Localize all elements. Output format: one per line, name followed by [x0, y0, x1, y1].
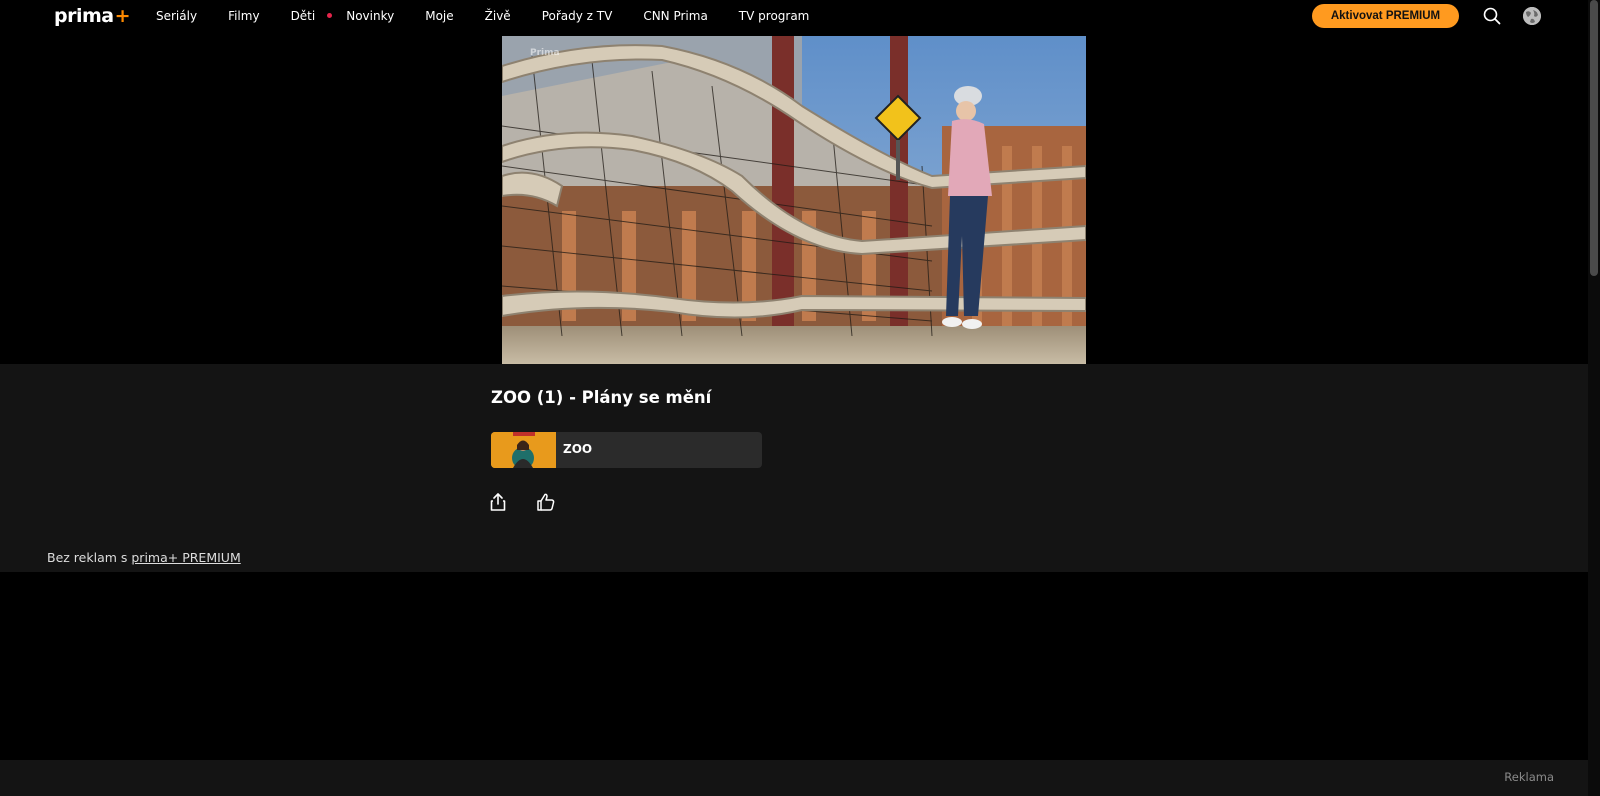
scrollbar-thumb[interactable] [1590, 0, 1598, 276]
main-nav: Seriály Filmy Děti Novinky Moje Živě Poř… [156, 9, 840, 23]
user-avatar-icon[interactable] [1523, 7, 1541, 25]
logo-text: prima [54, 5, 114, 27]
no-ads-prefix: Bez reklam s [47, 550, 128, 565]
nav-item-cnn-prima[interactable]: CNN Prima [643, 9, 707, 23]
nav-item-deti[interactable]: Děti [291, 9, 316, 23]
thumbs-up-icon[interactable] [536, 492, 556, 512]
prima-logo[interactable]: prima+ [54, 5, 131, 27]
video-watermark: Prima [530, 48, 560, 58]
show-thumbnail [491, 432, 556, 468]
share-icon[interactable] [488, 492, 508, 512]
show-thumbnail-image [491, 432, 556, 468]
page-scrollbar[interactable] [1588, 0, 1600, 796]
nav-item-zive[interactable]: Živě [485, 9, 511, 23]
nav-item-tv-program[interactable]: TV program [739, 9, 810, 23]
ad-label: Reklama [1504, 770, 1554, 784]
video-frame-image [502, 36, 1086, 364]
no-ads-promo: Bez reklam s prima+ PREMIUM [47, 550, 241, 565]
nav-item-moje[interactable]: Moje [425, 9, 453, 23]
logo-plus: + [114, 5, 131, 27]
premium-link[interactable]: prima+ PREMIUM [131, 550, 240, 565]
search-icon[interactable] [1483, 7, 1501, 25]
activate-premium-button[interactable]: Aktivovat PREMIUM [1312, 4, 1459, 28]
episode-info-panel: ZOO (1) - Plány se mění ZOO Bez reklam s… [0, 364, 1588, 572]
video-player[interactable]: Prima [502, 36, 1086, 364]
episode-title: ZOO (1) - Plány se mění [491, 388, 712, 407]
live-dot-indicator [327, 12, 333, 18]
nav-item-porady-z-tv[interactable]: Pořady z TV [542, 9, 613, 23]
nav-item-serialy[interactable]: Seriály [156, 9, 197, 23]
show-name: ZOO [563, 442, 593, 456]
avatar-globe-icon [1523, 7, 1541, 25]
ad-slot [0, 572, 1588, 760]
ad-footer-bar: Reklama [0, 760, 1588, 796]
nav-item-novinky[interactable]: Novinky [346, 9, 394, 23]
top-navigation-bar: prima+ Seriály Filmy Děti Novinky Moje Ž… [0, 0, 1588, 35]
show-link-card[interactable]: ZOO [491, 432, 762, 468]
nav-item-filmy[interactable]: Filmy [228, 9, 260, 23]
